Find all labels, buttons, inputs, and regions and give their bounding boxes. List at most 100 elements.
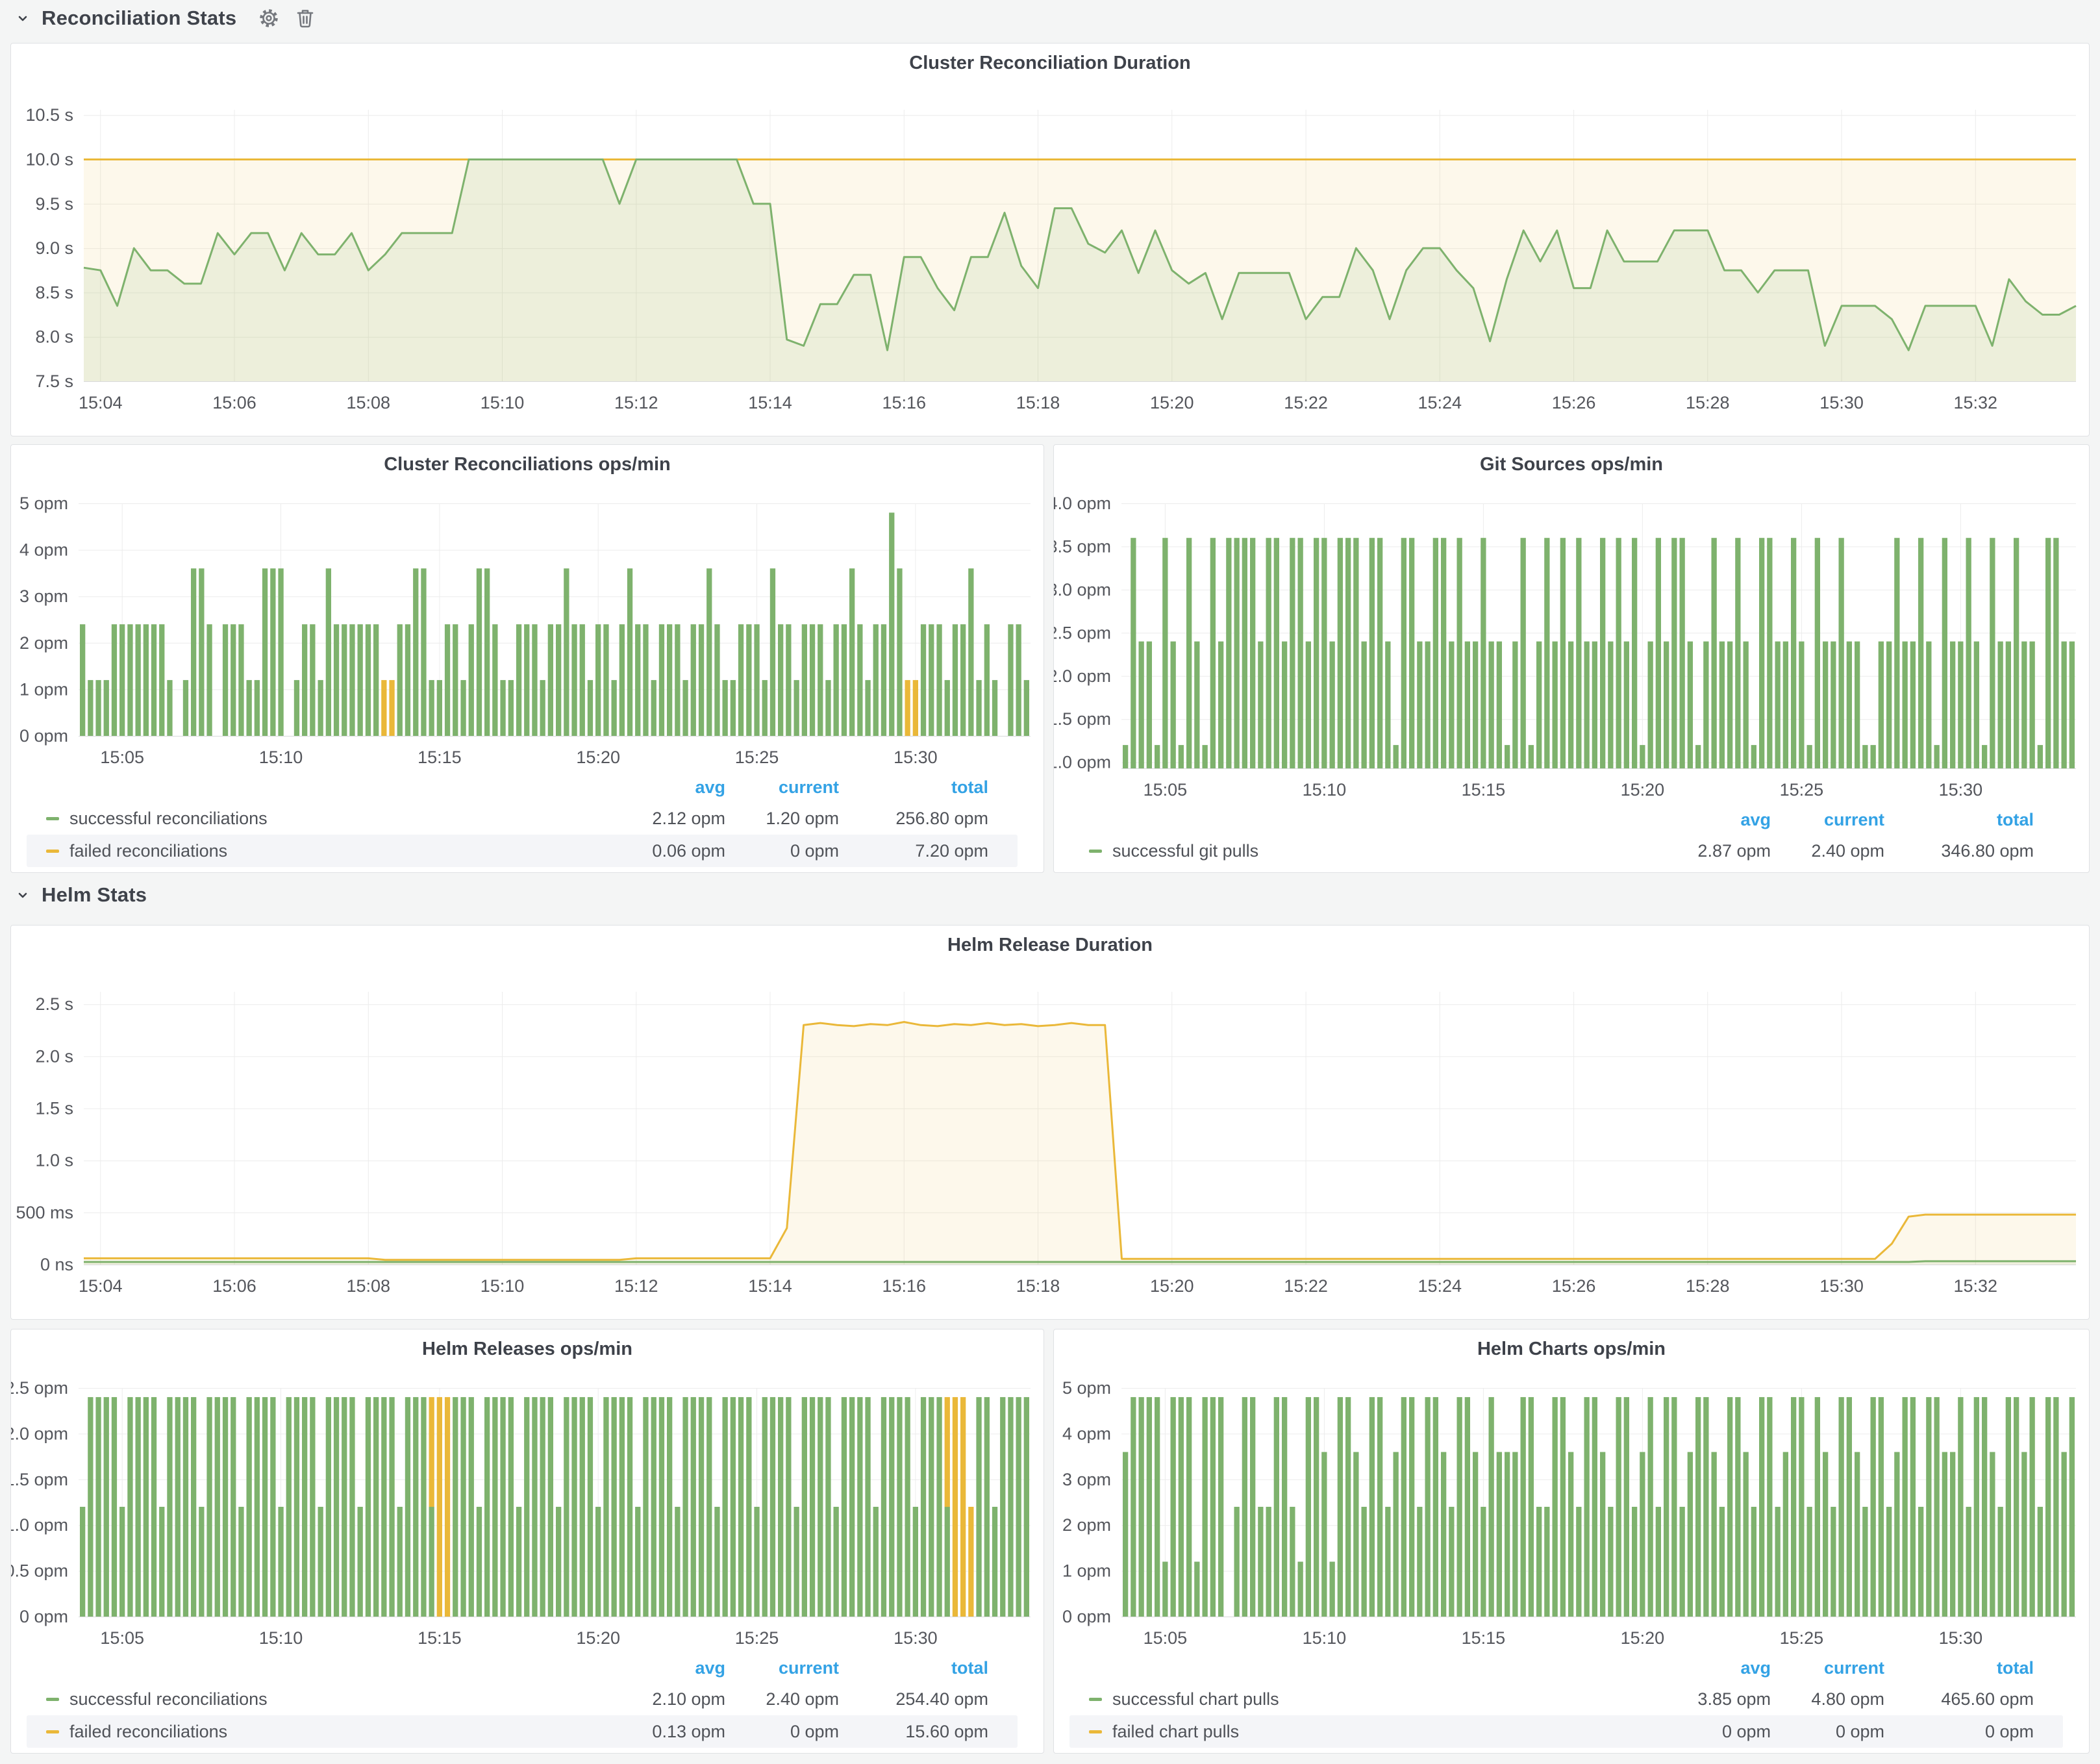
legend-header: avgcurrenttotal xyxy=(1069,1653,2063,1683)
chart-svg-cluster-reconciliation-duration: 7.5 s8.0 s8.5 s9.0 s9.5 s10.0 s10.5 s15:… xyxy=(11,44,2089,436)
panel-title[interactable]: Helm Charts ops/min xyxy=(1054,1339,2089,1360)
legend-col-total[interactable]: total xyxy=(1884,1658,2034,1678)
y-tick-label: 4 opm xyxy=(1062,1424,1111,1443)
y-tick-label: 10.5 s xyxy=(25,105,73,125)
x-tick-label: 15:30 xyxy=(1939,1628,1983,1648)
legend-row: failed chart pulls0 opm0 opm0 opm xyxy=(1069,1715,2063,1748)
legend-label[interactable]: failed chart pulls xyxy=(1112,1722,1239,1742)
y-tick-label: 1.5 opm xyxy=(11,1470,68,1489)
grid xyxy=(79,503,1031,737)
gear-icon[interactable] xyxy=(256,5,282,31)
trash-icon[interactable] xyxy=(292,5,318,31)
legend-header: avgcurrenttotal xyxy=(1069,805,2063,835)
legend-value-total: 254.40 opm xyxy=(839,1689,988,1709)
legend-col-total[interactable]: total xyxy=(1884,810,2034,830)
legend-value-current: 0 opm xyxy=(725,841,839,861)
legend-label[interactable]: failed reconciliations xyxy=(69,1722,227,1742)
panel-title[interactable]: Helm Releases ops/min xyxy=(11,1339,1044,1360)
legend: avgcurrenttotal successful git pulls 2.87 … xyxy=(1069,805,2063,867)
legend-value-avg: 0.13 opm xyxy=(602,1722,725,1742)
legend-col-current[interactable]: current xyxy=(1771,810,1884,830)
series-line-release-duration xyxy=(84,1261,2076,1262)
legend-col-avg[interactable]: avg xyxy=(602,777,725,798)
x-tick-label: 15:24 xyxy=(1418,393,1462,412)
legend-row: successful reconciliations2.10 opm2.40 o… xyxy=(27,1683,1018,1715)
legend-row: successful reconciliations2.12 opm1.20 o… xyxy=(27,802,1018,835)
y-tick-label: 4 opm xyxy=(19,540,68,560)
x-tick-label: 15:16 xyxy=(882,1276,927,1296)
y-tick-label: 9.0 s xyxy=(35,238,73,258)
legend-label[interactable]: successful git pulls xyxy=(1112,841,1258,861)
legend-row: successful git pulls 2.87 opm2.40 opm346.… xyxy=(1069,835,2063,867)
x-tick-label: 15:30 xyxy=(1819,393,1864,412)
chevron-down-icon[interactable] xyxy=(14,5,31,31)
y-tick-label: 0 opm xyxy=(1062,1607,1111,1626)
legend: avgcurrenttotal successful reconciliation… xyxy=(27,772,1018,867)
section-title[interactable]: Reconciliation Stats xyxy=(42,6,236,30)
bars-success xyxy=(80,1397,1029,1617)
legend-value-current: 1.20 opm xyxy=(725,809,839,829)
x-tick-label: 15:04 xyxy=(79,393,123,412)
legend-label[interactable]: failed reconciliations xyxy=(69,841,227,861)
y-tick-label: 4.0 opm xyxy=(1054,494,1111,513)
legend-col-avg[interactable]: avg xyxy=(1647,810,1771,830)
section-header-reconciliation-stats[interactable]: Reconciliation Stats xyxy=(14,1,318,35)
legend-value-total: 346.80 opm xyxy=(1884,841,2034,861)
x-tick-label: 15:10 xyxy=(1303,780,1347,800)
legend-col-total[interactable]: total xyxy=(839,1658,988,1678)
x-tick-label: 15:05 xyxy=(100,1628,144,1648)
y-tick-label: 10.0 s xyxy=(25,150,73,170)
panel-title[interactable]: Helm Release Duration xyxy=(11,935,2089,956)
legend: avgcurrenttotal successful reconciliation… xyxy=(27,1653,1018,1748)
x-tick-label: 15:10 xyxy=(1303,1628,1347,1648)
y-tick-label: 1 opm xyxy=(19,679,68,699)
panel-title[interactable]: Cluster Reconciliation Duration xyxy=(11,53,2089,74)
y-tick-label: 3.5 opm xyxy=(1054,536,1111,556)
panel-cluster-reconciliation-duration: Cluster Reconciliation Duration 7.5 s8.0… xyxy=(10,43,2090,436)
legend-label[interactable]: successful chart pulls xyxy=(1112,1689,1279,1709)
legend-col-current[interactable]: current xyxy=(725,777,839,798)
panel-helm-release-duration: Helm Release Duration 0 ns500 ms1.0 s1.5… xyxy=(10,925,2090,1320)
legend-label[interactable]: successful reconciliations xyxy=(69,1689,268,1709)
y-tick-label: 0.5 opm xyxy=(11,1561,68,1581)
y-tick-label: 1.5 opm xyxy=(1054,709,1111,729)
legend-label[interactable]: successful reconciliations xyxy=(69,809,268,829)
x-tick-label: 15:30 xyxy=(894,748,938,767)
legend-swatch xyxy=(46,1730,59,1733)
chart-helm-release-duration[interactable]: 0 ns500 ms1.0 s1.5 s2.0 s2.5 s15:0415:06… xyxy=(11,926,2089,1319)
section-header-helm-stats[interactable]: Helm Stats xyxy=(14,878,147,912)
bars-success xyxy=(1123,538,2075,768)
x-tick-label: 15:10 xyxy=(259,748,303,767)
x-tick-label: 15:05 xyxy=(100,748,144,767)
y-tick-label: 3.0 opm xyxy=(1054,580,1111,599)
x-tick-label: 15:15 xyxy=(418,1628,462,1648)
legend-row: failed reconciliations0.13 opm0 opm15.60… xyxy=(27,1715,1018,1748)
legend-col-total[interactable]: total xyxy=(839,777,988,798)
legend-value-current: 2.40 opm xyxy=(1771,841,1884,861)
legend: avgcurrenttotalsuccessful chart pulls3.8… xyxy=(1069,1653,2063,1748)
y-tick-label: 0 opm xyxy=(19,1607,68,1626)
x-tick-label: 15:14 xyxy=(748,1276,792,1296)
chart-cluster-reconciliation-duration[interactable]: 7.5 s8.0 s8.5 s9.0 s9.5 s10.0 s10.5 s15:… xyxy=(11,44,2089,436)
x-tick-label: 15:20 xyxy=(1150,393,1194,412)
x-tick-label: 15:28 xyxy=(1686,1276,1730,1296)
section-title[interactable]: Helm Stats xyxy=(42,883,147,907)
legend-col-avg[interactable]: avg xyxy=(1647,1658,1771,1678)
bars-success xyxy=(80,512,1029,736)
y-tick-label: 9.5 s xyxy=(35,194,73,214)
x-tick-label: 15:10 xyxy=(481,1276,525,1296)
x-tick-label: 15:08 xyxy=(347,393,391,412)
series-area-release-duration-failedpath xyxy=(84,1022,2076,1265)
chevron-down-icon[interactable] xyxy=(14,882,31,908)
panel-title[interactable]: Git Sources ops/min xyxy=(1054,454,2089,475)
y-tick-label: 0 opm xyxy=(19,726,68,746)
legend-value-avg: 2.10 opm xyxy=(602,1689,725,1709)
y-tick-label: 1.5 s xyxy=(35,1099,73,1118)
legend-value-total: 465.60 opm xyxy=(1884,1689,2034,1709)
legend-col-current[interactable]: current xyxy=(1771,1658,1884,1678)
legend-col-avg[interactable]: avg xyxy=(602,1658,725,1678)
y-tick-label: 2.5 opm xyxy=(1054,623,1111,642)
panel-title[interactable]: Cluster Reconciliations ops/min xyxy=(11,454,1044,475)
legend-col-current[interactable]: current xyxy=(725,1658,839,1678)
legend-value-avg: 2.87 opm xyxy=(1647,841,1771,861)
